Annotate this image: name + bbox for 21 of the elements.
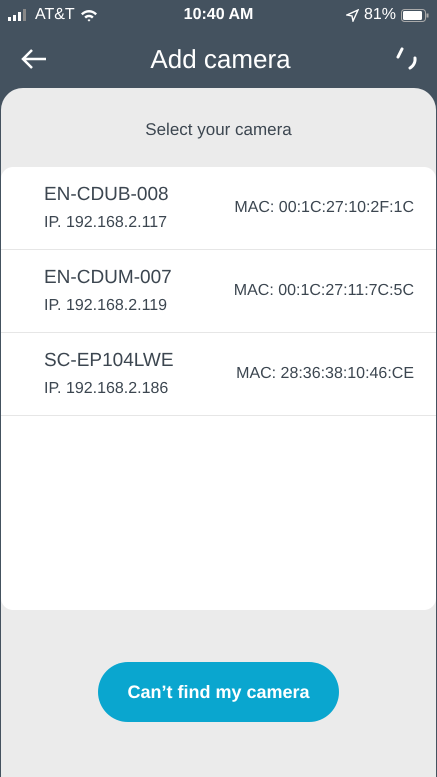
wifi-icon — [80, 8, 98, 22]
location-arrow-icon — [346, 8, 359, 22]
camera-name: EN-CDUM-007 — [44, 267, 173, 289]
camera-name: EN-CDUB-008 — [44, 184, 170, 206]
camera-ip: IP. 192.168.2.117 — [44, 214, 168, 232]
camera-ip: IP. 192.168.2.119 — [44, 297, 168, 315]
back-button[interactable] — [20, 47, 48, 71]
camera-row[interactable]: EN-CDUB-008 IP. 192.168.2.117 MAC: 00:1C:27:10:2F:1C — [1, 167, 436, 250]
battery-icon — [401, 8, 429, 22]
camera-name: SC-EP104LWE — [44, 350, 175, 372]
camera-mac: MAC: 28:36:38:10:46:CE — [236, 365, 414, 383]
camera-ip: IP. 192.168.2.186 — [44, 380, 170, 398]
instruction-text: Select your camera — [145, 120, 292, 140]
battery-percent: 81% — [364, 6, 396, 24]
clock-time: 10:40 AM — [184, 6, 254, 24]
carrier-name: AT&T — [35, 6, 75, 24]
camera-mac: MAC: 00:1C:27:11:7C:5C — [234, 282, 414, 300]
page-title: Add camera — [150, 44, 291, 74]
camera-row[interactable]: SC-EP104LWE IP. 192.168.2.186 MAC: 28:36:38:10:46:CE — [1, 333, 436, 416]
camera-row[interactable]: EN-CDUM-007 IP. 192.168.2.119 MAC: 00:1C:27:11:7C:5C — [1, 250, 436, 333]
camera-mac: MAC: 00:1C:27:10:2F:1C — [234, 199, 414, 217]
